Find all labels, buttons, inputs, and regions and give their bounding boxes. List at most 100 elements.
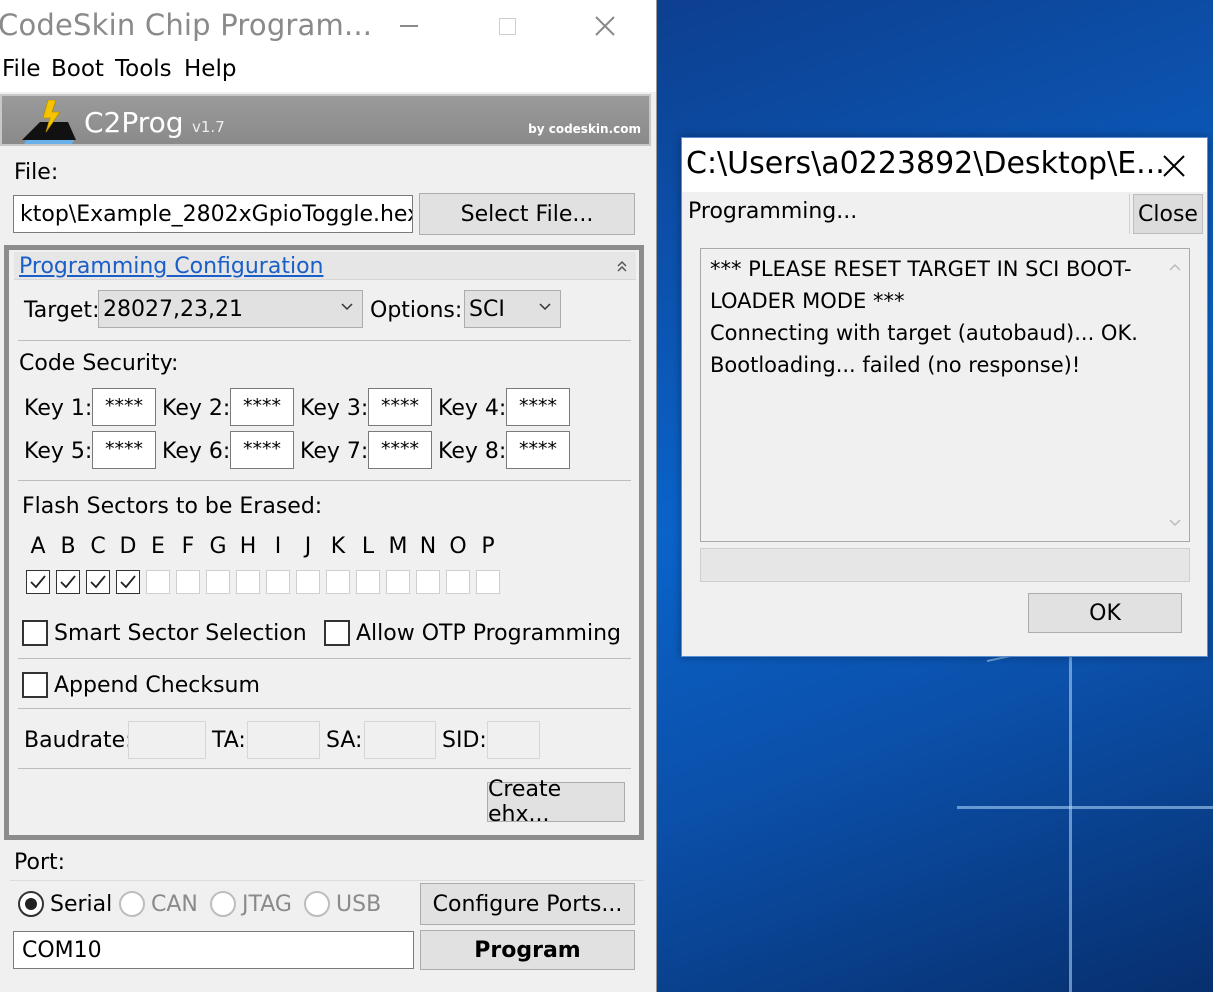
- append-checksum-checkbox[interactable]: [22, 672, 48, 698]
- chip-lightning-logo-icon: [22, 100, 76, 144]
- radio-jtag[interactable]: [210, 891, 236, 917]
- smart-sector-label: Smart Sector Selection: [54, 621, 307, 646]
- allow-otp-label: Allow OTP Programming: [356, 621, 622, 646]
- sector-letter: G: [209, 534, 227, 559]
- radio-usb[interactable]: [304, 891, 330, 917]
- sector-checkbox[interactable]: [326, 570, 350, 594]
- window-title: CodeSkin Chip Program...: [0, 8, 373, 42]
- sa-field: [364, 721, 436, 759]
- separator: [18, 340, 631, 341]
- ok-button[interactable]: OK: [1028, 593, 1182, 633]
- sector-letter: H: [239, 534, 257, 559]
- file-label: File:: [14, 160, 59, 185]
- log-line: LOADER MODE ***: [710, 289, 905, 313]
- menu-file[interactable]: File: [2, 56, 41, 82]
- main-window: CodeSkin Chip Program... File Boot Tools…: [0, 0, 657, 992]
- port-label: Port:: [14, 850, 66, 875]
- sector-letter: K: [330, 534, 346, 559]
- sector-checkbox[interactable]: [86, 570, 110, 594]
- config-header[interactable]: Programming Configuration: [14, 252, 636, 280]
- sector-checkbox[interactable]: [146, 570, 170, 594]
- sector-checkbox[interactable]: [56, 570, 80, 594]
- ta-label: TA:: [212, 728, 246, 753]
- checkmark-icon: [120, 575, 136, 589]
- sector-checkbox[interactable]: [26, 570, 50, 594]
- dialog-close-x-button[interactable]: [1154, 146, 1194, 186]
- key-4-field[interactable]: ****: [506, 388, 570, 426]
- radio-serial[interactable]: [18, 891, 44, 917]
- sector-letter: D: [119, 534, 137, 559]
- options-dropdown[interactable]: SCI: [464, 290, 561, 328]
- menu-bar: File Boot Tools Help: [0, 52, 656, 92]
- radio-selected-dot: [25, 898, 37, 910]
- key-5-label: Key 5:: [24, 439, 93, 464]
- create-ehx-button[interactable]: Create ehx...: [487, 777, 625, 827]
- target-dropdown[interactable]: 28027,23,21: [98, 290, 363, 328]
- sector-checkbox[interactable]: [386, 570, 410, 594]
- file-path-text: ktop\Example_2802xGpioToggle.hex: [20, 201, 413, 227]
- checkmark-icon: [60, 575, 76, 589]
- allow-otp-checkbox[interactable]: [324, 620, 350, 646]
- sector-checkbox[interactable]: [356, 570, 380, 594]
- sector-checkbox[interactable]: [176, 570, 200, 594]
- sector-checkbox[interactable]: [236, 570, 260, 594]
- collapse-icon: [617, 260, 627, 272]
- maximize-button[interactable]: [458, 0, 556, 52]
- sa-label: SA:: [326, 728, 363, 753]
- dialog-status-text: Programming...: [686, 194, 1130, 234]
- key-6-field[interactable]: ****: [230, 431, 294, 469]
- separator: [18, 708, 631, 709]
- menu-tools[interactable]: Tools: [115, 56, 172, 82]
- sector-letter: I: [274, 534, 282, 559]
- sector-checkbox[interactable]: [476, 570, 500, 594]
- sector-checkbox[interactable]: [116, 570, 140, 594]
- close-button[interactable]: [556, 0, 654, 52]
- sector-letter: J: [304, 534, 312, 559]
- sector-checkbox[interactable]: [446, 570, 470, 594]
- key-5-field[interactable]: ****: [92, 431, 156, 469]
- smart-sector-checkbox[interactable]: [22, 620, 48, 646]
- sid-field: [487, 721, 540, 759]
- radio-jtag-label: JTAG: [242, 892, 292, 917]
- scroll-down-icon[interactable]: [1168, 515, 1182, 529]
- close-icon: [595, 16, 615, 36]
- banner-title: C2Prog: [84, 106, 184, 139]
- key-2-field[interactable]: ****: [230, 388, 294, 426]
- radio-can[interactable]: [119, 891, 145, 917]
- menu-help[interactable]: Help: [184, 56, 236, 82]
- programming-dialog: C:\Users\a0223892\Desktop\E... Programmi…: [681, 137, 1208, 657]
- key-4-label: Key 4:: [438, 396, 507, 421]
- radio-serial-label: Serial: [50, 892, 113, 917]
- key-1-field[interactable]: ****: [92, 388, 156, 426]
- file-path-field[interactable]: ktop\Example_2802xGpioToggle.hex: [13, 195, 413, 233]
- com-port-field[interactable]: COM10: [13, 931, 414, 969]
- sector-checkbox[interactable]: [266, 570, 290, 594]
- sector-checkbox[interactable]: [296, 570, 320, 594]
- dialog-close-button[interactable]: Close: [1133, 194, 1203, 234]
- log-output[interactable]: *** PLEASE RESET TARGET IN SCI BOOT- LOA…: [700, 248, 1190, 542]
- key-3-field[interactable]: ****: [368, 388, 432, 426]
- sector-letter: O: [449, 534, 467, 559]
- select-file-button[interactable]: Select File...: [419, 193, 635, 235]
- key-3-label: Key 3:: [300, 396, 369, 421]
- dialog-title: C:\Users\a0223892\Desktop\E...: [686, 146, 1165, 181]
- minimize-button[interactable]: [360, 0, 458, 52]
- scroll-up-icon[interactable]: [1168, 261, 1182, 275]
- configure-ports-button[interactable]: Configure Ports...: [420, 883, 635, 925]
- radio-usb-label: USB: [336, 892, 382, 917]
- program-button[interactable]: Program: [420, 930, 635, 970]
- separator: [18, 480, 631, 481]
- separator: [18, 658, 631, 659]
- banner-byline: by codeskin.com: [528, 122, 641, 136]
- sector-letter: A: [30, 534, 46, 559]
- radio-can-label: CAN: [151, 892, 198, 917]
- key-8-field[interactable]: ****: [506, 431, 570, 469]
- sector-letter: C: [90, 534, 106, 559]
- log-line: Bootloading... failed (no response)!: [710, 353, 1081, 377]
- sector-checkbox[interactable]: [206, 570, 230, 594]
- chevron-down-icon: [539, 303, 551, 311]
- key-8-label: Key 8:: [438, 439, 507, 464]
- menu-boot[interactable]: Boot: [51, 56, 104, 82]
- sector-checkbox[interactable]: [416, 570, 440, 594]
- key-7-field[interactable]: ****: [368, 431, 432, 469]
